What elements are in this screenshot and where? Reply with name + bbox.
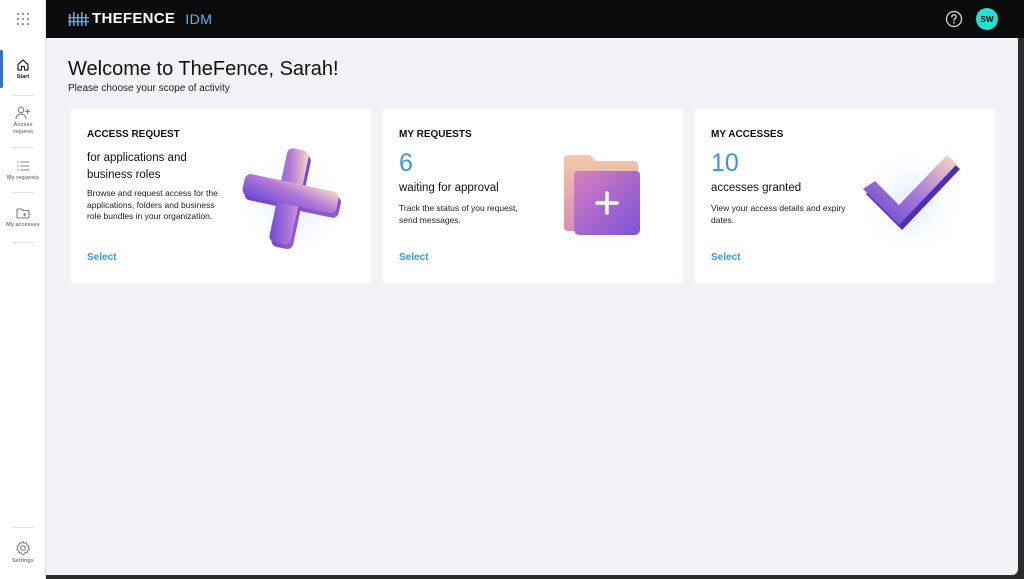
card-heading: MY ACCESSES — [711, 129, 784, 140]
gear-icon — [16, 541, 30, 555]
product-name: IDM — [185, 10, 213, 27]
sidebar-item-my-accesses[interactable]: My accesses — [0, 206, 46, 229]
plus-illustration-icon — [232, 139, 352, 259]
folder-icon — [16, 208, 30, 219]
folder-illustration-icon — [548, 143, 660, 255]
sidebar-item-access-request[interactable]: Access request — [0, 106, 46, 135]
accesses-count: 10 — [711, 149, 739, 177]
divider — [12, 95, 34, 96]
card-heading: MY REQUESTS — [399, 129, 472, 140]
card-access-request[interactable]: ACCESS REQUEST for applications and busi… — [70, 109, 371, 283]
avatar[interactable]: SW — [976, 8, 998, 30]
card-subheading: waiting for approval — [399, 182, 499, 194]
divider — [12, 242, 34, 243]
card-description: Browse and request access for the applic… — [87, 188, 218, 221]
select-link[interactable]: Select — [399, 252, 428, 263]
checkmark-illustration-icon — [853, 139, 969, 255]
card-my-accesses[interactable]: MY ACCESSES 10 accesses granted View you… — [694, 109, 995, 283]
page-subtitle: Please choose your scope of activity — [68, 83, 230, 94]
help-icon[interactable] — [945, 10, 963, 28]
sidebar-item-label: Settings — [12, 558, 34, 564]
page-title: Welcome to TheFence, Sarah! — [68, 58, 339, 80]
sidebar-item-my-requests[interactable]: My requests — [0, 159, 46, 182]
sidebar: Start Access request My requests My acce… — [0, 0, 46, 579]
sidebar-item-settings[interactable]: Settings — [0, 540, 46, 565]
select-link[interactable]: Select — [711, 252, 740, 263]
add-user-icon — [15, 106, 30, 120]
card-description: Track the status of you request, send me… — [399, 203, 518, 225]
list-icon — [17, 161, 29, 171]
sidebar-item-label: Access request — [13, 122, 33, 135]
sidebar-item-start[interactable]: Start — [0, 58, 46, 81]
grid-dots-icon — [16, 12, 29, 26]
card-subheading: for applications and business roles — [87, 152, 187, 181]
sidebar-item-label: Start — [16, 74, 30, 80]
brand-logo[interactable]: THEFENCE IDM — [68, 10, 212, 27]
top-bar: THEFENCE IDM SW — [46, 0, 1024, 38]
sidebar-item-label: My accesses — [6, 222, 40, 228]
card-my-requests[interactable]: MY REQUESTS 6 waiting for approval Track… — [382, 109, 683, 283]
fence-logo-icon — [68, 11, 89, 26]
divider — [12, 147, 34, 148]
requests-count: 6 — [399, 149, 413, 177]
brand-name: THEFENCE — [92, 10, 176, 27]
card-description: View your access details and expiry date… — [711, 203, 846, 225]
sidebar-item-label: My requests — [6, 175, 40, 181]
divider — [12, 527, 34, 528]
app-launcher-button[interactable] — [0, 0, 45, 38]
home-icon — [17, 59, 29, 71]
card-heading: ACCESS REQUEST — [87, 129, 180, 140]
card-subheading: accesses granted — [711, 182, 802, 194]
divider — [12, 192, 34, 193]
main-content: Welcome to TheFence, Sarah! Please choos… — [46, 38, 1018, 575]
select-link[interactable]: Select — [87, 252, 116, 263]
